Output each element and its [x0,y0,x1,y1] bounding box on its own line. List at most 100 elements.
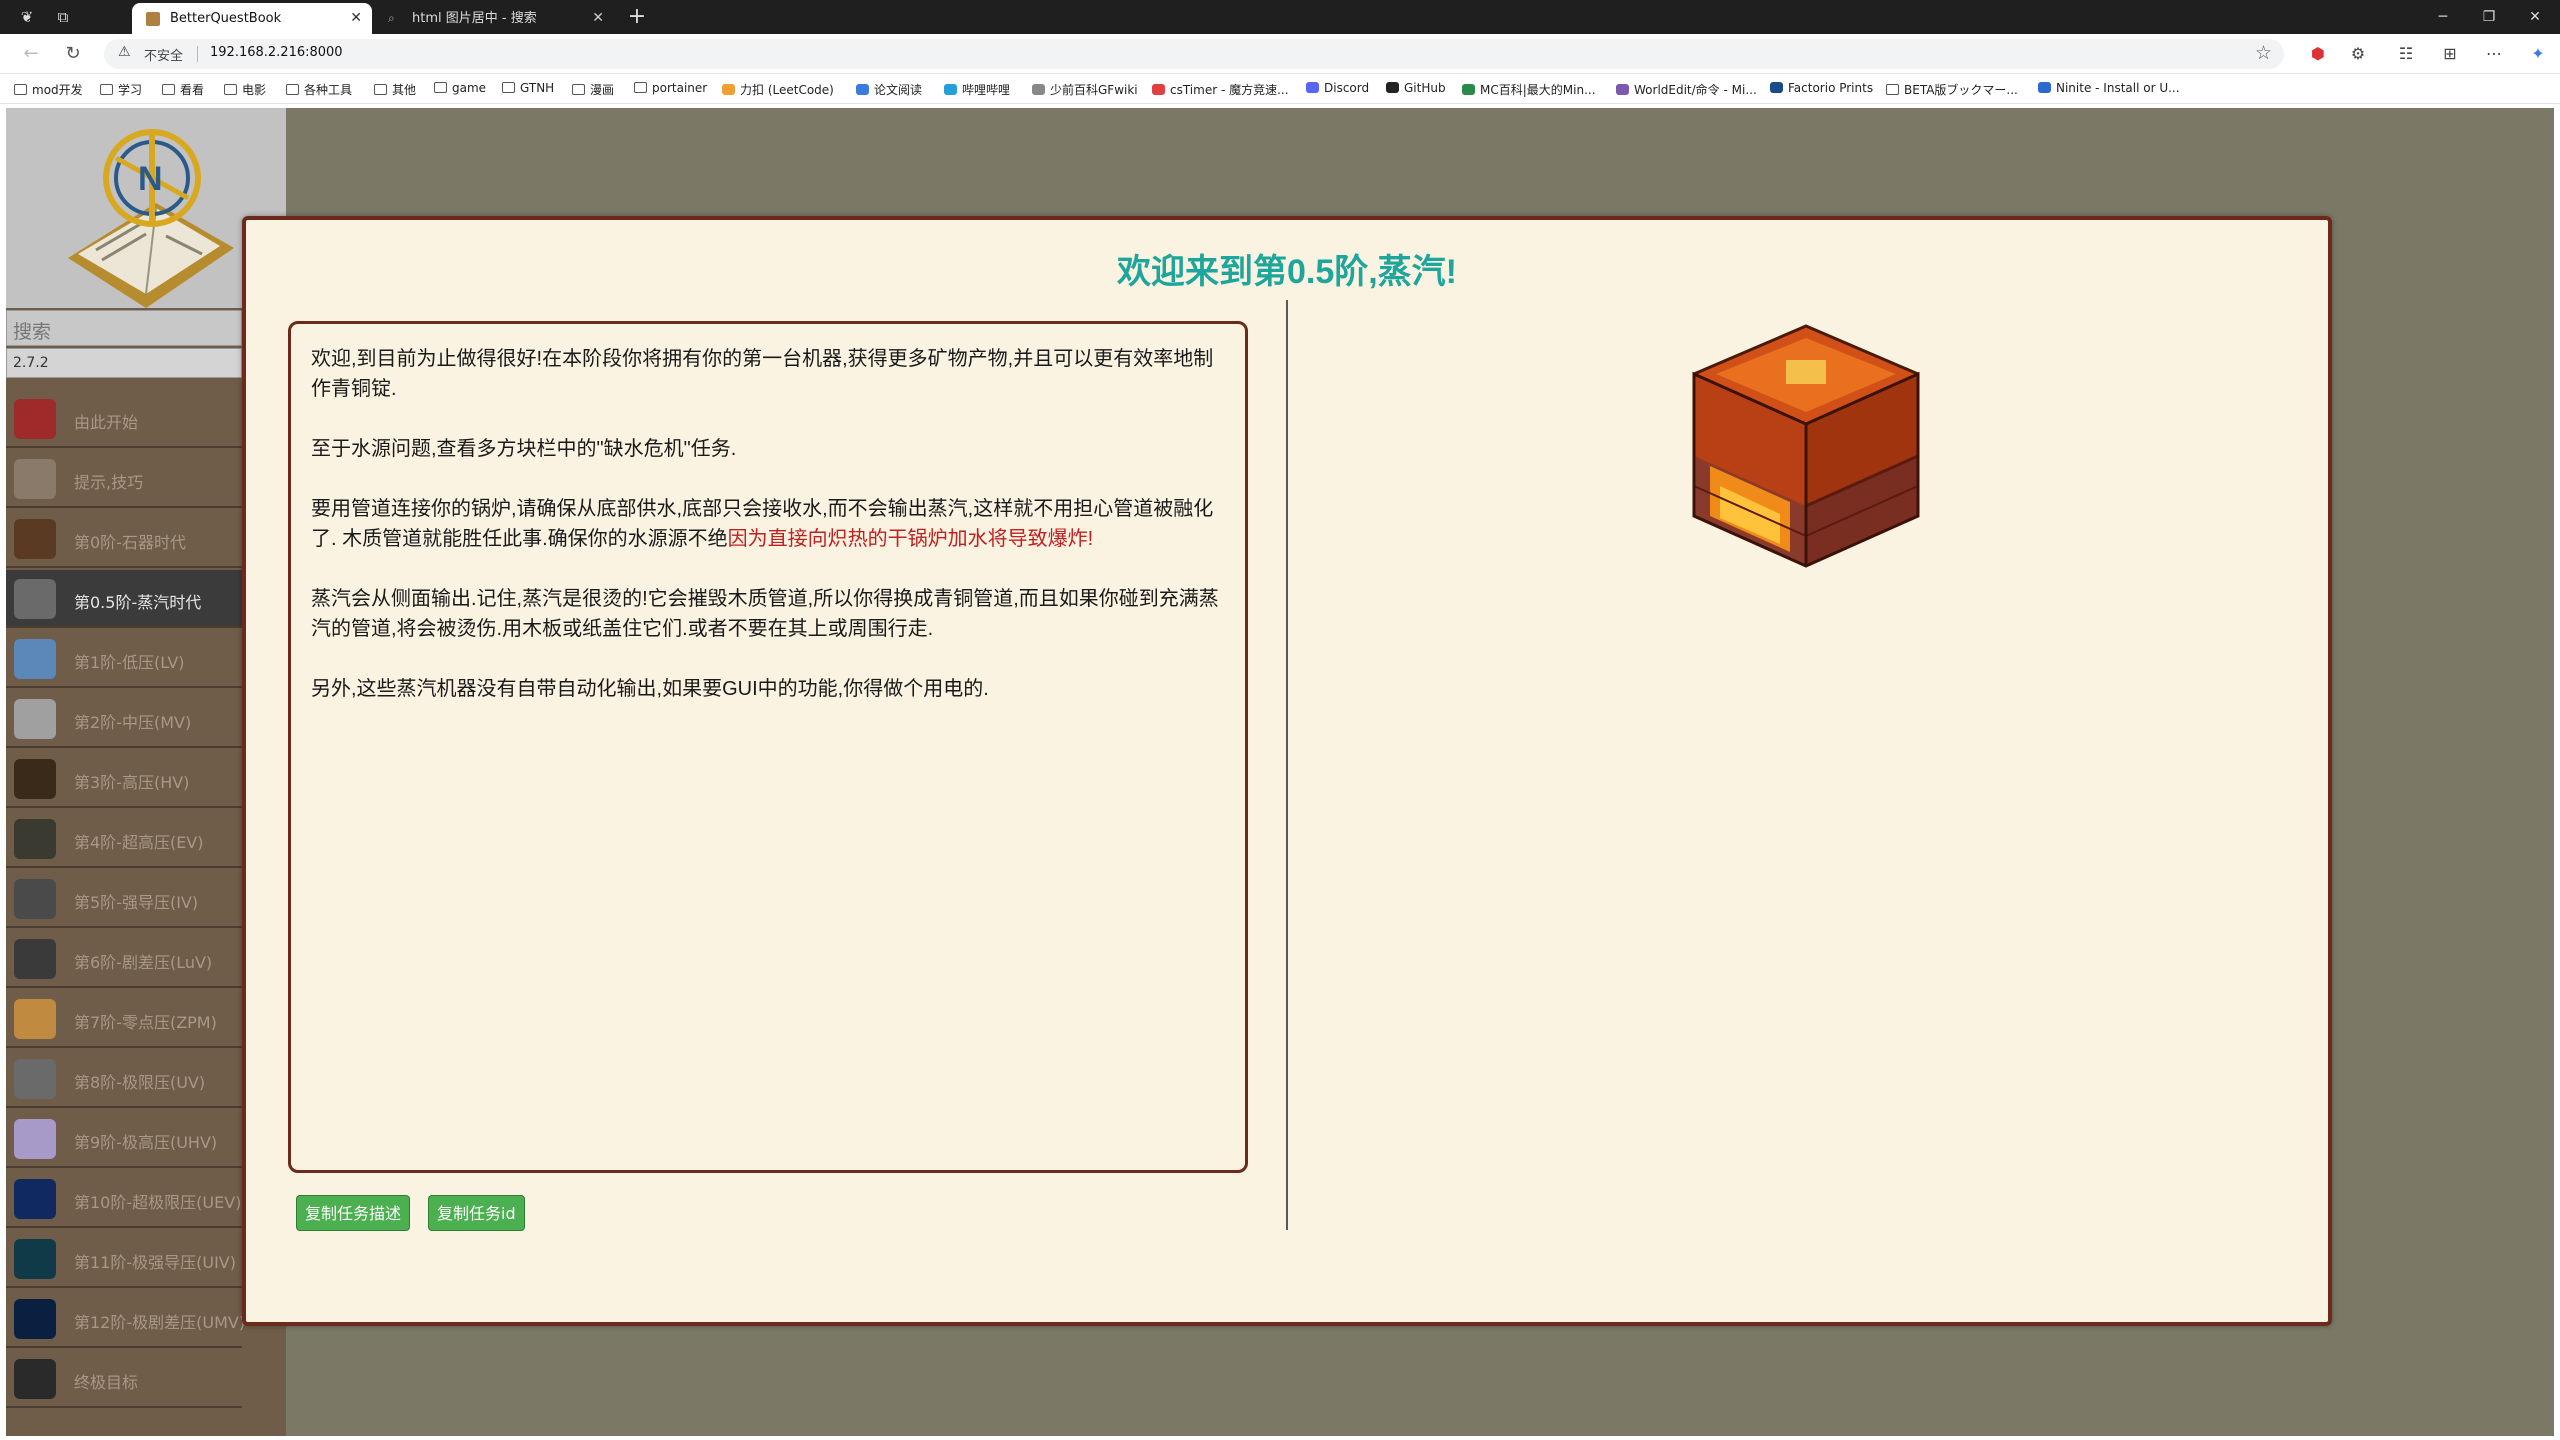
folder-icon [634,82,647,93]
leetcode-icon [722,84,735,95]
bookmark-folder[interactable]: portainer [634,81,707,95]
version-label: 2.7.2 [6,348,242,378]
sidebar-item-tier0-5[interactable]: 第0.5阶-蒸汽时代 [6,570,242,628]
bookmark-link[interactable]: Ninite - Install or U... [2038,81,2180,95]
sidebar-item-tier0[interactable]: 第0阶-石器时代 [6,510,242,568]
bookmark-link[interactable]: Discord [1306,81,1369,95]
sidebar-item-tier8[interactable]: 第8阶-极限压(UV) [6,1050,242,1108]
sidebar-item-tier4[interactable]: 第4阶-超高压(EV) [6,810,242,868]
bookmark-link[interactable]: csTimer - 魔方竞速... [1152,81,1289,98]
sidebar-item-tier9[interactable]: 第9阶-极高压(UHV) [6,1110,242,1168]
folder-icon [572,84,585,95]
bookmark-link[interactable]: GitHub [1386,81,1446,95]
search-input[interactable]: 搜索 [6,310,242,346]
lv-machine-icon [14,639,56,679]
sidebar-item-start[interactable]: 由此开始 [6,390,242,448]
sidebar-item-label: 提示,技巧 [74,473,144,492]
bookmark-folder[interactable]: 学习 [100,81,142,98]
bookmark-folder[interactable]: 电影 [224,81,266,98]
bookmark-folder[interactable]: mod开发 [14,81,83,98]
sidebar-item-tier7[interactable]: 第7阶-零点压(ZPM) [6,990,242,1048]
tab-title: BetterQuestBook [170,11,282,26]
more-icon[interactable]: ⋯ [2481,42,2507,66]
quest-modal: 欢迎来到第0.5阶,蒸汽! 欢迎,到目前为止做得很好!在本阶段你将拥有你的第一台… [242,216,2332,1326]
restore-icon[interactable]: ❐ [2466,0,2512,34]
site-icon [856,84,869,95]
steam-icon [14,579,56,619]
sidebar-item-label: 终极目标 [74,1373,139,1392]
site-icon [1152,84,1165,95]
sidebar-item-tier1[interactable]: 第1阶-低压(LV) [6,630,242,688]
bilibili-icon [944,84,957,95]
search-favicon-icon: ⌕ [388,11,395,25]
star-icon[interactable]: ☆ [2255,42,2272,64]
sidebar-item-label: 第0阶-石器时代 [74,533,186,552]
extensions-icon[interactable]: ⚙ [2345,42,2371,66]
sidebar-item-tier3[interactable]: 第3阶-高压(HV) [6,750,242,808]
bookmark-folder[interactable]: 看看 [162,81,204,98]
minimize-icon[interactable]: ─ [2420,0,2466,34]
bookmark-link[interactable]: 少前百科GFwiki [1032,81,1138,98]
quest-title: 欢迎来到第0.5阶,蒸汽! [1116,253,1458,291]
favorites-icon[interactable]: ☷ [2393,42,2419,66]
back-icon[interactable]: ← [18,42,44,66]
bookmark-folder[interactable]: 各种工具 [286,81,352,98]
sidebar-item-tier6[interactable]: 第6阶-剧差压(LuV) [6,930,242,988]
close-window-icon[interactable]: ✕ [2512,0,2558,34]
security-label: 不安全 [144,49,184,64]
sidebar-item-ultimate[interactable]: 终极目标 [6,1350,242,1408]
sidebar-item-label: 第4阶-超高压(EV) [74,833,204,852]
bookmark-folder[interactable]: 其他 [374,81,416,98]
tab-bar: ❦ ⧉ BetterQuestBook ✕ ⌕ html 图片居中 - 搜索 ✕… [0,0,2560,34]
divider [1286,300,1288,1230]
discord-icon [1306,82,1319,93]
tab-search[interactable]: ⌕ html 图片居中 - 搜索 ✕ [374,3,614,34]
bookmark-folder[interactable]: game [434,81,486,95]
workspaces-icon[interactable]: ⧉ [52,6,74,28]
collections-icon[interactable]: ⊞ [2437,42,2463,66]
bookmark-folder[interactable]: GTNH [502,81,554,95]
sidebar-item-label: 第2阶-中压(MV) [74,713,192,732]
sidebar-item-label: 第7阶-零点压(ZPM) [74,1013,217,1032]
sidebar-item-tier11[interactable]: 第11阶-极强导压(UIV) [6,1230,242,1288]
adblock-icon[interactable]: ⬢ [2305,42,2331,66]
address-bar[interactable]: ⚠ 不安全 192.168.2.216:8000 ☆ [104,39,2284,69]
sidebar-item-label: 第1阶-低压(LV) [74,653,185,672]
bookmark-link[interactable]: Factorio Prints [1770,81,1873,95]
bookmark-folder[interactable]: 漫画 [572,81,614,98]
folder-icon [502,82,515,93]
bookmark-link[interactable]: 哔哩哔哩 [944,81,1010,98]
sidebar-item-tips[interactable]: 提示,技巧 [6,450,242,508]
bookmark-link[interactable]: MC百科|最大的Min... [1462,81,1596,98]
sidebar-item-tier5[interactable]: 第5阶-强导压(IV) [6,870,242,928]
sidebar-item-tier10[interactable]: 第10阶-超极限压(UEV) [6,1170,242,1228]
sidebar-item-label: 第6阶-剧差压(LuV) [74,953,213,972]
book-favicon-icon [146,12,160,26]
toolbar: ← ↻ ⚠ 不安全 192.168.2.216:8000 ☆ ⬢ ⚙ ☷ ⊞ ⋯… [0,34,2560,74]
uv-machine-icon [14,1059,56,1099]
sidebar-item-label: 第8阶-极限压(UV) [74,1073,206,1092]
description-paragraph: 至于水源问题,查看多方块栏中的"缺水危机"任务. [311,438,737,460]
close-icon[interactable]: ✕ [592,3,604,34]
close-icon[interactable]: ✕ [350,3,362,34]
tab-betterquestbook[interactable]: BetterQuestBook ✕ [132,3,372,34]
site-icon [1462,84,1475,95]
quest-description: 欢迎,到目前为止做得很好!在本阶段你将拥有你的第一台机器,获得更多矿物产物,并且… [288,321,1248,1173]
folder-icon [162,84,175,95]
copy-description-button[interactable]: 复制任务描述 [296,1195,411,1231]
reload-icon[interactable]: ↻ [60,42,86,66]
sidebar-item-tier12[interactable]: 第12阶-极剧差压(UMV) [6,1290,245,1348]
uev-machine-icon [14,1179,56,1219]
sidebar-item-tier2[interactable]: 第2阶-中压(MV) [6,690,242,748]
copilot-icon[interactable]: ✦ [2525,42,2551,66]
uhv-icon [14,1119,56,1159]
bookmark-link[interactable]: BETA版ブックマー... [1886,81,2018,98]
bookmark-link[interactable]: 力扣 (LeetCode) [722,81,834,98]
luv-machine-icon [14,939,56,979]
copy-id-button[interactable]: 复制任务id [428,1195,525,1231]
bookmark-link[interactable]: 论文阅读 [856,81,922,98]
sidebar-item-label: 第11阶-极强导压(UIV) [74,1253,236,1272]
profile-icon[interactable]: ❦ [16,6,38,28]
bookmark-link[interactable]: WorldEdit/命令 - Mi... [1616,81,1757,98]
new-tab-button[interactable]: + [622,3,652,31]
